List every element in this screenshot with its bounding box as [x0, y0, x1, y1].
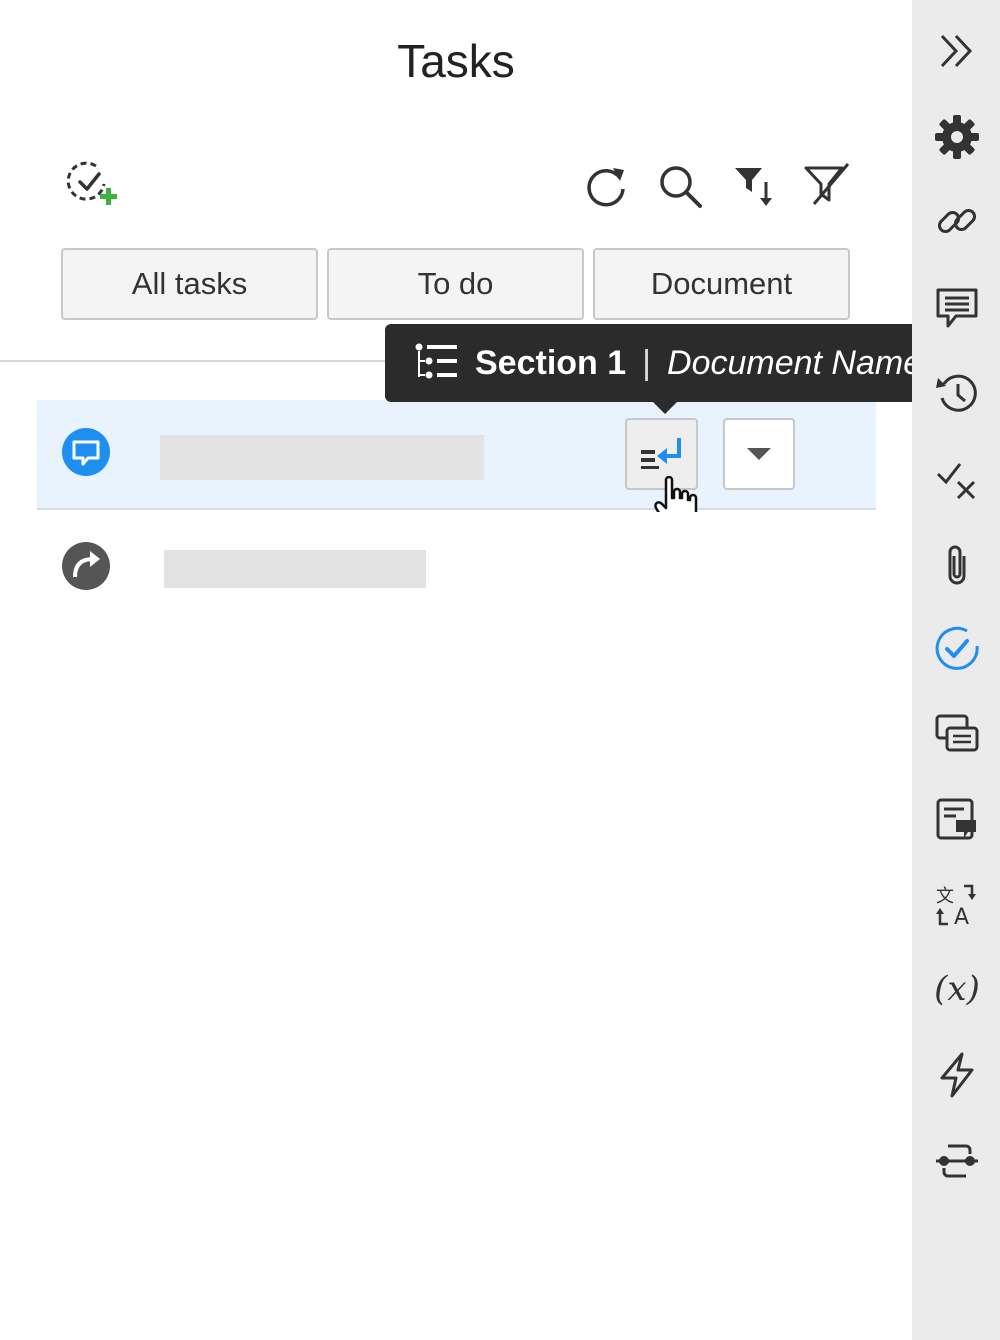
svg-text:文: 文 — [936, 886, 954, 907]
outline-icon — [415, 343, 459, 383]
messages-icon[interactable] — [934, 712, 980, 758]
sort-filter-icon[interactable] — [732, 164, 776, 210]
panel-title: Tasks — [397, 35, 515, 87]
go-to-section-icon — [639, 436, 685, 472]
history-icon[interactable] — [934, 370, 980, 416]
comment-icon — [61, 427, 111, 477]
link-icon[interactable] — [934, 198, 980, 244]
add-task-icon[interactable] — [66, 160, 120, 210]
paperclip-icon[interactable] — [934, 542, 980, 588]
section-tooltip: Section 1 | Document Name — [385, 324, 938, 414]
expand-icon[interactable] — [934, 28, 980, 74]
connector-icon[interactable] — [934, 1138, 980, 1184]
tooltip-document-name: Document Name — [667, 343, 923, 382]
task-options-dropdown-button[interactable] — [723, 418, 795, 490]
right-sidebar: 文 A (x) — [912, 0, 1000, 1340]
clear-filter-icon[interactable] — [802, 160, 852, 210]
tab-all-tasks[interactable]: All tasks — [61, 248, 318, 320]
gear-icon[interactable] — [934, 114, 980, 160]
document-comment-icon[interactable] — [934, 796, 980, 842]
task-title-placeholder — [160, 435, 484, 480]
refresh-icon[interactable] — [582, 162, 630, 210]
task-row[interactable] — [37, 512, 876, 622]
caret-down-icon — [747, 448, 771, 462]
task-row[interactable] — [37, 400, 876, 510]
svg-text:A: A — [954, 905, 969, 928]
tab-document[interactable]: Document — [593, 248, 850, 320]
search-icon[interactable] — [656, 162, 704, 210]
lightning-icon[interactable] — [934, 1052, 980, 1098]
variable-icon[interactable]: (x) — [934, 966, 980, 1012]
translate-icon[interactable]: 文 A — [934, 882, 980, 928]
tasks-panel: Tasks All tasks To do Document Section 1… — [0, 0, 938, 1340]
tooltip-separator: | — [642, 343, 652, 382]
comment-icon[interactable] — [934, 284, 980, 330]
tasks-check-icon[interactable] — [934, 626, 980, 672]
tab-to-do[interactable]: To do — [327, 248, 584, 320]
task-title-placeholder — [164, 550, 426, 588]
check-x-icon[interactable] — [934, 456, 980, 502]
tooltip-arrow — [653, 402, 677, 414]
tooltip-section-label: Section 1 — [475, 343, 627, 382]
forward-icon — [61, 541, 111, 591]
